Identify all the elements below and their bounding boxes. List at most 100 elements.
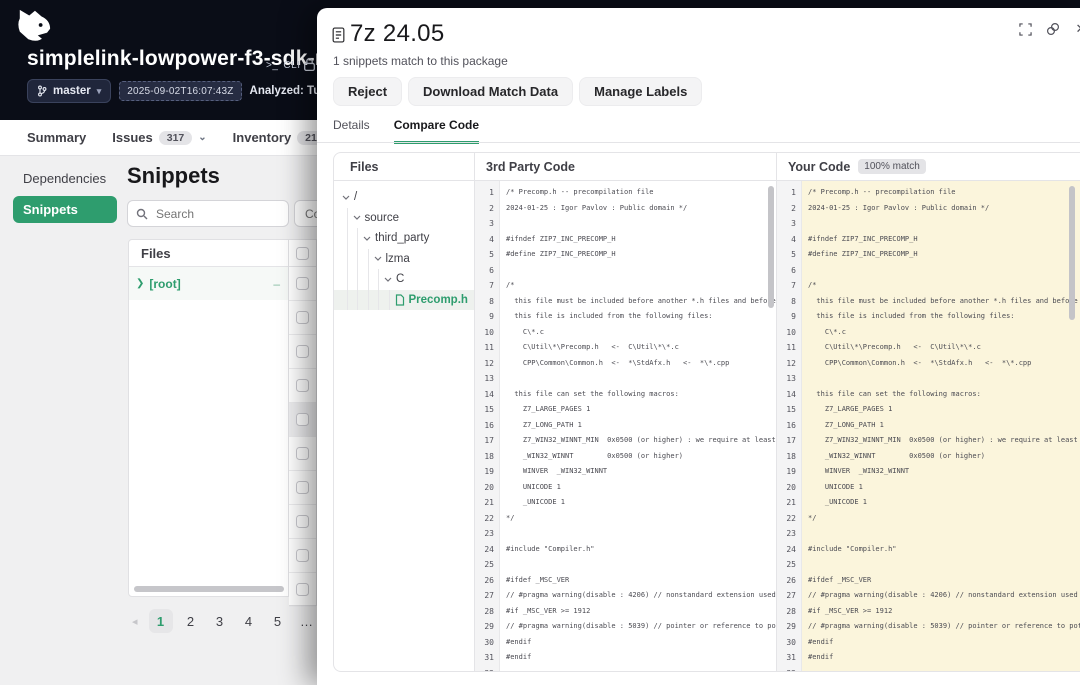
code-line: WINVER _WIN32_WINNT [808,464,1080,480]
select-all-cell [289,240,316,267]
app-logo-icon[interactable] [15,7,53,48]
lock-icon [303,57,316,77]
snippet-row[interactable] [289,301,316,335]
indeterminate-dash: – [273,277,280,291]
tree-node-thirdparty[interactable]: third_party [334,228,474,249]
close-icon[interactable]: ✕ [1073,21,1080,37]
row-checkbox[interactable] [296,345,309,358]
row-checkbox[interactable] [296,447,309,460]
page-button-…[interactable]: … [296,609,318,633]
snippet-row[interactable] [289,403,316,437]
code-line: Z7_LARGE_PAGES 1 [506,402,776,418]
code-line: Z7_LARGE_PAGES 1 [808,402,1080,418]
reject-button[interactable]: Reject [333,77,402,106]
snippet-row[interactable] [289,505,316,539]
nav-tab-issues[interactable]: Issues317⌄ [112,130,206,145]
root-tree-row[interactable]: ❯ [root] – [129,267,288,300]
branch-selector[interactable]: master ▾ [27,79,111,103]
line-number: 21 [777,495,801,511]
line-number: 26 [777,573,801,589]
tree-node-[interactable]: / [334,187,474,208]
page-button-4[interactable]: 4 [238,609,260,633]
page-button-2[interactable]: 2 [180,609,202,633]
tree-node-source[interactable]: source [334,208,474,229]
code-line: CPP\Common\Common.h <- *\StdAfx.h <- *\*… [506,356,776,372]
row-checkbox[interactable] [296,481,309,494]
row-checkbox[interactable] [296,583,309,596]
line-number: 20 [475,480,499,496]
row-checkbox[interactable] [296,277,309,290]
manage-labels-button[interactable]: Manage Labels [579,77,702,106]
page-button-5[interactable]: 5 [267,609,289,633]
chevron-down-icon [374,256,382,261]
tree-indent-guide [389,290,390,311]
code-line: #include "Compiler.h" [808,542,1080,558]
chevron-down-icon: ⌄ [198,132,206,143]
line-number: 21 [475,495,499,511]
nav-tab-summary[interactable]: Summary [27,130,86,145]
line-number: 12 [475,356,499,372]
row-checkbox[interactable] [296,379,309,392]
code-line: #include "Compiler.h" [506,542,776,558]
tabs-divider [317,142,1080,143]
modal-subtitle: 1 snippets match to this package [333,54,508,68]
horizontal-scrollbar[interactable] [134,586,284,592]
line-number: 3 [475,216,499,232]
snippet-row[interactable] [289,573,316,607]
row-checkbox[interactable] [296,311,309,324]
sidebar-item-dependencies[interactable]: Dependencies [13,167,117,191]
third-party-scrollbar[interactable] [768,186,774,308]
snippet-row[interactable] [289,437,316,471]
code-line: /* Precomp.h -- precompilation file [808,185,1080,201]
code-line: // #pragma warning(disable : 5039) // po… [506,619,776,635]
snippet-row[interactable] [289,335,316,369]
download-match-data-button[interactable]: Download Match Data [408,77,573,106]
expand-icon[interactable] [1017,21,1033,37]
page-title: Snippets [127,163,220,189]
tab-compare-code[interactable]: Compare Code [394,118,479,144]
line-number: 31 [475,650,499,666]
code-line [808,557,1080,573]
prev-page-button[interactable]: ◂ [128,615,142,628]
tree-node-c[interactable]: C [334,269,474,290]
package-icon [332,27,345,43]
code-line: #define ZIP7_INC_PRECOMP_H [506,247,776,263]
sidebar-item-snippets[interactable]: Snippets [13,196,117,223]
line-number: 13 [475,371,499,387]
row-checkbox[interactable] [296,549,309,562]
row-checkbox[interactable] [296,515,309,528]
search-input[interactable] [154,206,280,222]
code-line: 2024-01-25 : Igor Pavlov : Public domain… [808,201,1080,217]
code-line: */ [808,511,1080,527]
line-number: 10 [475,325,499,341]
snippet-row[interactable] [289,369,316,403]
line-number: 19 [777,464,801,480]
snippet-row[interactable] [289,267,316,301]
page-button-3[interactable]: 3 [209,609,231,633]
tree-node-label: lzma [386,253,410,265]
tree-indent-guide [347,208,348,311]
line-number: 22 [475,511,499,527]
tree-node-lzma[interactable]: lzma [334,249,474,270]
select-all-checkbox[interactable] [296,247,309,260]
copy-link-icon[interactable] [1045,21,1061,37]
line-number: 6 [777,263,801,279]
page-button-1[interactable]: 1 [149,609,173,633]
nav-tab-label: Summary [27,130,86,145]
code-line [808,263,1080,279]
line-number: 19 [475,464,499,480]
row-checkbox[interactable] [296,413,309,426]
code-line: this file must be included before anothe… [506,294,776,310]
line-number: 26 [475,573,499,589]
tab-details[interactable]: Details [333,118,370,144]
your-code-scrollbar[interactable] [1069,186,1075,320]
tree-node-precomph[interactable]: Precomp.h [334,290,474,311]
snippet-row[interactable] [289,539,316,573]
line-number: 16 [475,418,499,434]
line-number: 6 [475,263,499,279]
code-line [506,216,776,232]
code-line [506,557,776,573]
snippet-row[interactable] [289,471,316,505]
cli-button[interactable]: >_ CLI [266,60,300,71]
line-number: 11 [475,340,499,356]
